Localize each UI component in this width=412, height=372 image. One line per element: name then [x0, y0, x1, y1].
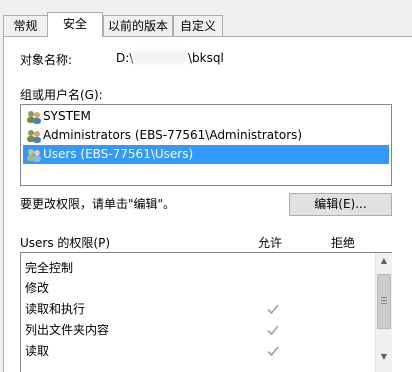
edit-button[interactable]: 编辑(E)... [289, 193, 392, 216]
object-path-suffix: \bksql [188, 51, 224, 65]
tab-general-label: 常规 [13, 19, 38, 33]
permission-row-read: 读取 [25, 341, 49, 361]
allow-column-header: 允许 [258, 236, 283, 250]
permissions-scrollbar[interactable]: ▲ ▼ [375, 253, 392, 372]
tab-security[interactable]: 安全 [47, 12, 103, 37]
scroll-down-icon[interactable]: ▼ [376, 349, 392, 365]
permission-row-modify: 修改 [25, 278, 49, 298]
permission-name: 完全控制 [25, 261, 74, 275]
tab-customize-label: 自定义 [179, 19, 216, 33]
users-group-icon [27, 130, 41, 143]
permission-name: 列出文件夹内容 [25, 323, 110, 337]
tab-previous-versions-label: 以前的版本 [107, 19, 168, 33]
tab-customize[interactable]: 自定义 [173, 15, 223, 37]
tab-security-label: 安全 [62, 17, 87, 31]
permissions-title: Users 的权限(P) [20, 236, 111, 250]
deny-column-header: 拒绝 [331, 236, 356, 250]
users-group-icon [27, 111, 41, 124]
list-item-administrators[interactable]: Administrators (EBS-77561\Administrators… [23, 126, 389, 145]
list-item-system-label: SYSTEM [43, 109, 91, 123]
permission-row-list-folder: 列出文件夹内容 [25, 320, 109, 340]
list-item-users-label: Users (EBS-77561\Users) [43, 147, 194, 161]
allow-check-icon [267, 325, 279, 336]
permissions-list: 完全控制 修改 读取和执行 列出文件夹内容 读取 ▲ ▼ [20, 252, 392, 372]
allow-check-icon [267, 346, 279, 357]
list-item-system[interactable]: SYSTEM [23, 107, 389, 126]
permission-name: 读取 [25, 344, 50, 358]
allow-check-icon [267, 304, 279, 315]
object-path-prefix: D:\ [116, 51, 134, 65]
tab-strip: 常规 安全 以前的版本 自定义 [0, 0, 412, 37]
object-name-label: 对象名称: [20, 53, 73, 67]
scroll-up-icon[interactable]: ▲ [376, 253, 392, 269]
groups-listbox[interactable]: SYSTEM Administrators (EBS-77561\Adminis… [20, 104, 392, 186]
groups-label: 组或用户名(G): [20, 88, 103, 102]
permission-row-full-control: 完全控制 [25, 258, 73, 278]
list-item-users[interactable]: Users (EBS-77561\Users) [23, 145, 389, 164]
users-group-icon [27, 149, 41, 162]
permission-name: 读取和执行 [25, 302, 86, 316]
list-item-administrators-label: Administrators (EBS-77561\Administrators… [43, 128, 303, 142]
scroll-thumb[interactable] [377, 274, 391, 329]
change-permissions-hint: 要更改权限，请单击"编辑"。 [20, 197, 176, 211]
tab-previous-versions[interactable]: 以前的版本 [103, 15, 173, 37]
redacted-path-segment [132, 50, 188, 64]
permission-row-read-execute: 读取和执行 [25, 299, 85, 319]
edit-button-label: 编辑(E)... [314, 197, 367, 211]
permission-name: 修改 [25, 281, 50, 295]
tab-general[interactable]: 常规 [3, 15, 48, 37]
